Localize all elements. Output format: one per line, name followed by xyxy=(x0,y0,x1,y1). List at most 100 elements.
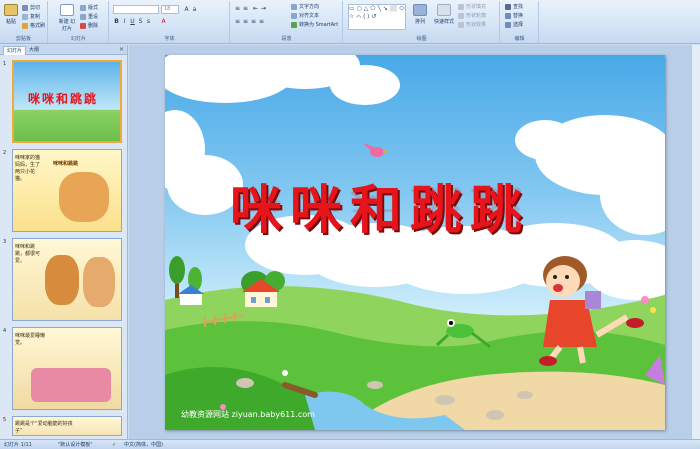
group-label-font: 字体 xyxy=(164,36,175,42)
spellcheck-icon[interactable]: ✓ xyxy=(112,441,116,449)
font-group: 18 A a B I U S s A 字体 xyxy=(110,1,230,43)
align-right-icon[interactable]: ≡ xyxy=(250,18,257,25)
bed-illustration xyxy=(31,368,111,402)
quick-styles-icon xyxy=(437,4,451,16)
underline-icon[interactable]: U xyxy=(129,18,136,25)
slide-thumbnail-2[interactable]: 咪咪家的猫妈妈，生了两只小花猫。 咪咪和跳跳 xyxy=(12,149,122,232)
thumb-text: 咪咪家的猫妈妈，生了两只小花猫。 xyxy=(15,155,41,182)
brush-icon xyxy=(22,22,28,29)
shape-fill-button[interactable]: 形状填充 xyxy=(458,3,486,11)
copy-icon xyxy=(22,13,28,20)
find-button[interactable]: 查找 xyxy=(505,3,523,11)
align-left-icon[interactable]: ≡ xyxy=(234,18,241,25)
slide-title[interactable]: 咪咪和跳跳 xyxy=(230,168,530,243)
drawing-group: ▭ ○ △ ⬠ ╲ ↘ ⬜ ⬭ ☆ ⌒ ⟨ ⟩ ↺ 排列 快速样式 形状填充 形… xyxy=(344,1,500,43)
slides-panel: 幻灯片 大纲 × 1 咪咪和跳跳 2 咪咪家的猫妈妈，生了两只小花猫。 咪咪和跳… xyxy=(0,45,128,439)
group-label-paragraph: 段落 xyxy=(281,36,292,42)
reset-icon xyxy=(80,13,86,20)
group-label-drawing: 绘图 xyxy=(416,36,427,42)
status-bar: 幻灯片 1/11 "默认设计模板" ✓ 中文(简体，中国) xyxy=(0,439,700,449)
effects-icon xyxy=(458,21,464,28)
current-slide[interactable]: 咪咪和跳跳 咪咪和跳跳 幼教资源网站 ziyuan.baby611.com xyxy=(165,55,665,430)
replace-button[interactable]: 替换 xyxy=(505,12,523,20)
replace-icon xyxy=(505,12,511,19)
group-label-clipboard: 剪贴板 xyxy=(15,36,31,42)
new-slide-icon xyxy=(60,4,74,16)
thumb-text: 跳跳是个“爱动脑筋的好孩子” xyxy=(15,421,73,434)
thumb-title: 咪咪和跳跳 xyxy=(53,161,79,167)
layout-icon xyxy=(80,4,86,11)
slide-thumbnail-3[interactable]: 咪咪和跳跳，都很可爱。 xyxy=(12,238,122,321)
delete-slide-button[interactable]: 删除 xyxy=(80,22,98,30)
tab-slides[interactable]: 幻灯片 xyxy=(3,46,27,55)
panel-tabs: 幻灯片 大纲 × xyxy=(0,45,127,55)
font-size-box[interactable]: 18 xyxy=(161,5,179,14)
bird xyxy=(363,143,389,157)
shape-effects-button[interactable]: 形状效果 xyxy=(458,21,486,29)
font-color-icon[interactable]: A xyxy=(160,18,167,25)
cat-illustration xyxy=(83,257,115,307)
decrease-indent-icon[interactable]: ⇤ xyxy=(252,5,259,12)
numbering-icon[interactable]: ≡ xyxy=(242,5,249,12)
theme-name: "默认设计模板" xyxy=(58,442,93,448)
thumb-text: 咪咪最爱睡懒觉。 xyxy=(15,333,46,346)
font-name-box[interactable] xyxy=(113,5,159,14)
increase-indent-icon[interactable]: ⇥ xyxy=(260,5,267,12)
slides-group: 新建 幻灯片 版式 重设 删除 幻灯片 xyxy=(49,1,109,43)
align-text-icon xyxy=(291,12,297,19)
thumb-number: 1 xyxy=(3,61,7,67)
shape-outline-button[interactable]: 形状轮廓 xyxy=(458,12,486,20)
paste-icon xyxy=(4,4,18,16)
smartart-button[interactable]: 转换为 SmartArt xyxy=(291,21,338,29)
language-status[interactable]: 中文(简体，中国) xyxy=(124,441,163,449)
thumb-number: 3 xyxy=(3,239,7,245)
cat-illustration xyxy=(45,255,79,305)
slide-thumbnail-4[interactable]: 咪咪最爱睡懒觉。 xyxy=(12,327,122,410)
arrange-button[interactable]: 排列 xyxy=(410,4,430,30)
binoculars-icon xyxy=(505,3,511,10)
bullets-icon[interactable]: ≡ xyxy=(234,5,241,12)
close-icon[interactable]: × xyxy=(119,46,124,53)
align-center-icon[interactable]: ≡ xyxy=(242,18,249,25)
italic-icon[interactable]: I xyxy=(121,18,128,25)
format-painter-button[interactable]: 格式刷 xyxy=(22,22,45,30)
editing-group: 查找 替换 选择 编辑 xyxy=(501,1,539,43)
justify-icon[interactable]: ≡ xyxy=(258,18,265,25)
grow-font-icon[interactable]: A xyxy=(183,6,190,13)
shapes-gallery[interactable]: ▭ ○ △ ⬠ ╲ ↘ ⬜ ⬭ ☆ ⌒ ⟨ ⟩ ↺ xyxy=(348,4,406,30)
copy-button[interactable]: 复制 xyxy=(22,13,40,21)
smartart-icon xyxy=(291,21,297,28)
align-text-button[interactable]: 对齐文本 xyxy=(291,12,319,20)
tab-outline[interactable]: 大纲 xyxy=(26,46,42,55)
cat-illustration xyxy=(59,172,109,222)
layout-button[interactable]: 版式 xyxy=(80,4,98,12)
slide-thumbnail-1[interactable]: 咪咪和跳跳 xyxy=(12,60,122,143)
quick-styles-button[interactable]: 快速样式 xyxy=(432,4,456,30)
new-slide-button[interactable]: 新建 幻灯片 xyxy=(57,4,77,32)
thumb-number: 4 xyxy=(3,328,7,334)
cursor-icon xyxy=(505,21,511,28)
scissors-icon xyxy=(22,4,28,11)
paint-bucket-icon xyxy=(458,3,464,10)
arrange-icon xyxy=(413,4,427,16)
reset-button[interactable]: 重设 xyxy=(80,13,98,21)
paragraph-group: ≡ ≡ ⇤ ⇥ ≡ ≡ ≡ ≡ 文字方向 对齐文本 转换为 SmartArt 段… xyxy=(231,1,343,43)
thumb-title: 咪咪和跳跳 xyxy=(28,92,99,106)
bold-icon[interactable]: B xyxy=(113,18,120,25)
text-direction-icon xyxy=(291,3,297,10)
watermark-text: 幼教资源网站 ziyuan.baby611.com xyxy=(181,410,315,419)
select-button[interactable]: 选择 xyxy=(505,21,523,29)
text-direction-button[interactable]: 文字方向 xyxy=(291,3,319,11)
shadow-icon[interactable]: s xyxy=(145,18,152,25)
delete-icon xyxy=(80,22,86,29)
vertical-scrollbar[interactable] xyxy=(691,45,700,439)
strikethrough-icon[interactable]: S xyxy=(137,18,144,25)
group-label-editing: 编辑 xyxy=(514,36,525,42)
paste-button[interactable]: 粘贴 xyxy=(2,4,20,30)
shrink-font-icon[interactable]: a xyxy=(191,6,198,13)
clipboard-group: 粘贴 剪切 复制 格式刷 剪贴板 xyxy=(0,1,48,43)
slide-thumbnail-5[interactable]: 跳跳是个“爱动脑筋的好孩子” xyxy=(12,416,122,436)
group-label-slides: 幻灯片 xyxy=(70,36,86,42)
cut-button[interactable]: 剪切 xyxy=(22,4,40,12)
thumb-number: 5 xyxy=(3,417,7,423)
